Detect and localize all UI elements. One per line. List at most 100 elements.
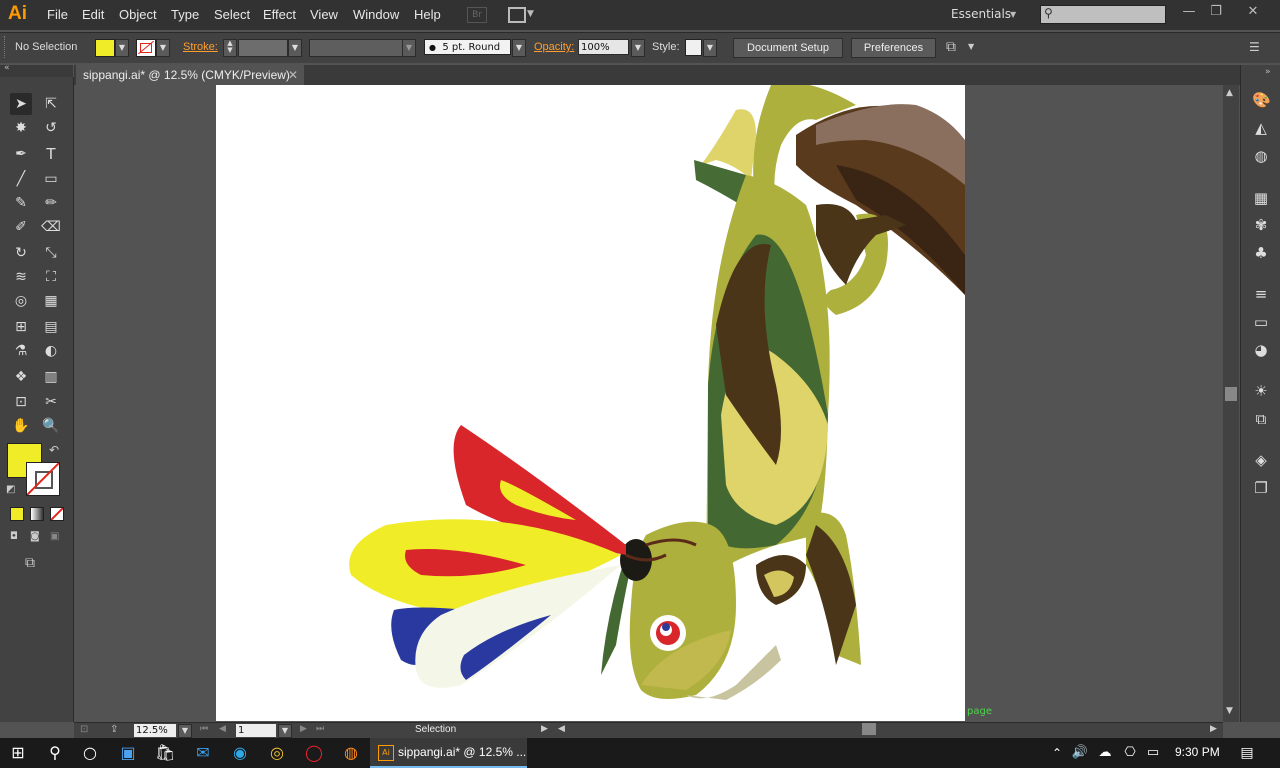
zoom-tool-icon[interactable]: 🔍	[40, 415, 62, 437]
gpu-icon[interactable]: ⊡	[80, 724, 88, 735]
selection-tool-icon[interactable]: ➤	[10, 93, 32, 115]
none-mode-button[interactable]	[50, 507, 64, 521]
store-icon[interactable]: 🛍	[155, 744, 175, 762]
chevron-down-icon[interactable]: ▼	[1010, 10, 1016, 19]
rectangle-tool-icon[interactable]: ▭	[40, 168, 62, 190]
vertical-scrollbar[interactable]	[1223, 85, 1239, 722]
share-icon[interactable]: ⇪	[110, 724, 118, 735]
stroke-dropdown[interactable]: ▼	[156, 39, 170, 57]
swatches-icon[interactable]: ▦	[1252, 189, 1270, 207]
menu-edit[interactable]: Edit	[82, 7, 104, 22]
network-icon[interactable]: ⎔	[1120, 744, 1140, 762]
taskbar-illustrator-button[interactable]: Ai sippangi.ai* @ 12.5% ...	[370, 738, 527, 768]
panel-menu-icon[interactable]: ☰	[1249, 40, 1260, 54]
battery-icon[interactable]: ▭	[1143, 744, 1163, 762]
transparency-icon[interactable]: ◕	[1252, 341, 1270, 359]
symbol-sprayer-tool-icon[interactable]: ❖	[10, 366, 32, 388]
variable-width-profile[interactable]	[309, 39, 403, 57]
restore-button[interactable]: ❐	[1205, 4, 1227, 20]
fill-swatch[interactable]	[95, 39, 115, 57]
start-icon[interactable]: ⊞	[8, 744, 28, 762]
arrange-icon[interactable]: ⧉	[946, 39, 962, 55]
scale-tool-icon[interactable]: ⤡	[40, 242, 62, 264]
artboard-tool-icon[interactable]: ⊡	[10, 391, 32, 413]
brush-definition[interactable]: ● 5 pt. Round	[424, 39, 511, 55]
draw-inside-icon[interactable]: ▣	[50, 531, 64, 543]
opacity-label[interactable]: Opacity:	[534, 41, 574, 53]
preferences-button[interactable]: Preferences	[851, 38, 936, 58]
opacity-field[interactable]: 100%	[578, 39, 629, 55]
mesh-tool-icon[interactable]: ⊞	[10, 316, 32, 338]
workspace-switcher[interactable]: Essentials	[951, 7, 1011, 21]
opacity-dropdown[interactable]: ▼	[631, 39, 645, 57]
stroke-label[interactable]: Stroke:	[183, 41, 218, 53]
document-setup-button[interactable]: Document Setup	[733, 38, 843, 58]
menu-effect[interactable]: Effect	[263, 7, 296, 22]
last-artboard-icon[interactable]: ⏭	[316, 724, 324, 734]
scroll-up-icon[interactable]: ▲	[1226, 88, 1233, 98]
graphic-style-swatch[interactable]	[685, 39, 702, 56]
chevron-down-icon[interactable]: ▼	[527, 9, 534, 19]
artboards-icon[interactable]: ❐	[1252, 479, 1270, 497]
shape-builder-tool-icon[interactable]: ◎	[10, 290, 32, 312]
gradient-panel-icon[interactable]: ▭	[1252, 313, 1270, 331]
control-bar-gripper[interactable]	[4, 36, 8, 58]
profile-dropdown[interactable]: ▼	[402, 39, 416, 57]
scroll-right-icon[interactable]: ▶	[1210, 724, 1217, 734]
close-button[interactable]: ✕	[1242, 4, 1264, 20]
paintbrush-tool-icon[interactable]: ✎	[10, 192, 32, 214]
brushes-icon[interactable]: ✾	[1252, 216, 1270, 234]
stroke-color-swatch[interactable]	[26, 462, 60, 496]
task-view-icon[interactable]: ▣	[118, 744, 138, 762]
first-artboard-icon[interactable]: ⏮	[200, 724, 208, 734]
search-input[interactable]: ⚲	[1040, 5, 1166, 24]
perspective-grid-tool-icon[interactable]: ▦	[40, 290, 62, 312]
symbols-icon[interactable]: ♣	[1252, 244, 1270, 262]
gradient-mode-button[interactable]	[30, 507, 44, 521]
menu-type[interactable]: Type	[171, 7, 199, 22]
opera-icon[interactable]: ◯	[304, 744, 324, 762]
artboard[interactable]	[216, 85, 965, 721]
brush-dropdown[interactable]: ▼	[512, 39, 526, 57]
close-icon[interactable]: ✕	[288, 65, 298, 85]
gradient-tool-icon[interactable]: ▤	[40, 316, 62, 338]
stroke-panel-icon[interactable]: ≡	[1252, 285, 1270, 303]
chevron-down-icon[interactable]: ▼	[968, 42, 974, 51]
horizontal-scrollbar[interactable]	[560, 723, 1223, 737]
next-artboard-icon[interactable]: ▶	[300, 724, 307, 734]
graphic-styles-icon[interactable]: ⧉	[1252, 410, 1270, 428]
color-palette-icon[interactable]: 🎨	[1252, 91, 1271, 109]
horizontal-scroll-thumb[interactable]	[862, 723, 876, 735]
blend-tool-icon[interactable]: ◐	[40, 340, 62, 362]
zoom-dropdown[interactable]: ▼	[178, 724, 192, 738]
onedrive-icon[interactable]: ☁	[1095, 744, 1115, 762]
edge-icon[interactable]: ◉	[230, 744, 250, 762]
draw-behind-icon[interactable]: ◙	[30, 531, 44, 543]
line-segment-tool-icon[interactable]: ╱	[10, 168, 32, 190]
menu-select[interactable]: Select	[214, 7, 250, 22]
eyedropper-tool-icon[interactable]: ⚗	[10, 340, 32, 362]
bridge-button[interactable]: Br	[467, 7, 487, 23]
artboard-number-field[interactable]: 1	[236, 724, 276, 737]
stroke-weight-stepper[interactable]: ▲ ▼	[223, 39, 237, 57]
color-mode-button[interactable]	[10, 507, 24, 521]
zoom-field[interactable]: 12.5%	[134, 724, 176, 737]
layers-icon[interactable]: ◈	[1252, 451, 1270, 469]
color-guide-icon[interactable]: ◭	[1252, 119, 1270, 137]
stroke-swatch[interactable]	[136, 39, 156, 57]
draw-normal-icon[interactable]: ◘	[10, 531, 24, 543]
magic-wand-tool-icon[interactable]: ✸	[10, 117, 32, 139]
expand-panels-icon[interactable]: »	[1265, 67, 1271, 77]
minimize-button[interactable]: —	[1178, 4, 1200, 20]
mail-icon[interactable]: ✉	[193, 744, 213, 762]
pen-tool-icon[interactable]: ✒	[10, 143, 32, 165]
appearance-icon[interactable]: ☀	[1252, 382, 1270, 400]
swap-fill-stroke-icon[interactable]: ↶	[49, 443, 59, 457]
volume-icon[interactable]: 🔊	[1070, 744, 1090, 762]
slice-tool-icon[interactable]: ✂	[40, 391, 62, 413]
notifications-icon[interactable]: ▤	[1237, 744, 1257, 762]
lasso-tool-icon[interactable]: ↺	[40, 117, 62, 139]
collapse-icon[interactable]: «	[4, 63, 10, 73]
shaper-tool-icon[interactable]: ✐	[10, 216, 32, 238]
pencil-tool-icon[interactable]: ✏	[40, 192, 62, 214]
